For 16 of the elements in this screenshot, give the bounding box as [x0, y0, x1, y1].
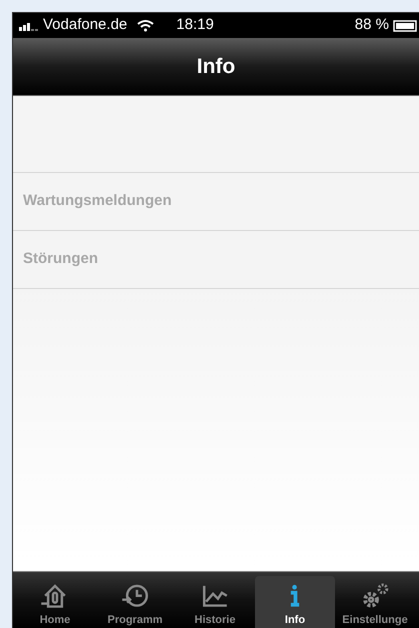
tab[interactable]: Programm: [95, 576, 175, 628]
tab[interactable]: Info: [255, 576, 335, 628]
tab[interactable]: Einstellunge: [335, 576, 415, 628]
screen-title: Info: [196, 54, 236, 80]
wifi-icon: [137, 19, 154, 32]
tab[interactable]: Home: [15, 576, 95, 628]
info-icon: [289, 584, 301, 608]
clock-arrow-icon: [120, 582, 150, 610]
tab[interactable]: Historie: [175, 576, 255, 628]
clock-time: 18:19: [176, 15, 214, 36]
signal-icon: [19, 20, 41, 30]
battery-icon: [393, 20, 417, 32]
row-label: Störungen: [23, 249, 98, 270]
row-label: Wartungsmeldungen: [23, 191, 172, 212]
battery-percent: 88 %: [354, 15, 389, 36]
carrier-name: Vodafone.de: [43, 15, 128, 36]
